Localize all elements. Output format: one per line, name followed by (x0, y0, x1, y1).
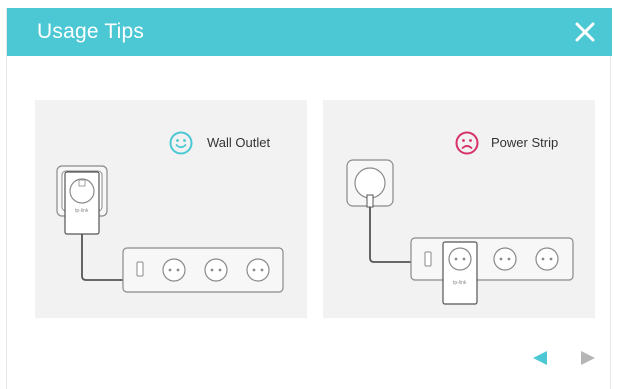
close-icon (575, 22, 595, 42)
next-tip-button[interactable] (579, 350, 597, 366)
close-button[interactable] (572, 19, 598, 45)
wall-outlet-illustration: tp-link (56, 165, 284, 293)
dialog-header: Usage Tips (7, 8, 612, 56)
svg-text:tp-link: tp-link (453, 280, 467, 286)
arrow-left-icon (533, 351, 547, 365)
tip-card-wall-outlet: Wall Outlet tp-link (35, 100, 307, 318)
dialog-title: Usage Tips (37, 20, 145, 43)
previous-tip-button[interactable] (531, 350, 549, 366)
usage-tips-dialog: Usage Tips Wall Outlet tp-link Power Str… (6, 8, 612, 389)
tip-card-power-strip: Power Strip tp-link (323, 100, 595, 318)
svg-text:tp-link: tp-link (75, 208, 89, 214)
arrow-right-icon (581, 351, 595, 365)
power-strip-illustration: tp-link (346, 159, 574, 305)
